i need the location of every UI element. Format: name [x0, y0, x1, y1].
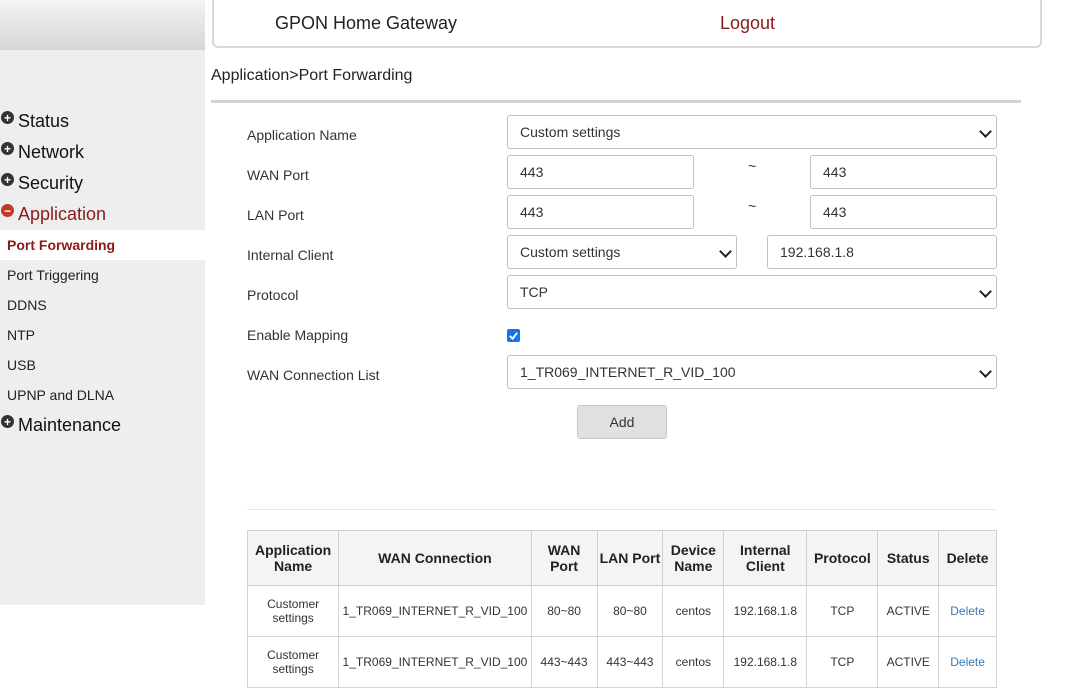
cell-internal-client: 192.168.1.8 [723, 585, 808, 637]
application-name-select[interactable]: Custom settings [507, 115, 997, 149]
sidebar-group-maintenance[interactable]: + Maintenance [0, 410, 205, 441]
lan-port-start-input[interactable]: 443 [507, 195, 694, 229]
delete-link[interactable]: Delete [938, 585, 997, 637]
cell-wan-port: 443~443 [530, 636, 598, 688]
section-separator [247, 509, 997, 510]
cell-device-name: centos [662, 636, 725, 688]
port-forwarding-table: Application Name WAN Connection WAN Port… [246, 530, 997, 688]
sidebar-group-application[interactable]: − Application [0, 199, 205, 230]
chevron-down-icon [979, 285, 992, 298]
sidebar-item-upnp-dlna[interactable]: UPNP and DLNA [0, 380, 205, 410]
sidebar-group-label: Application [18, 204, 107, 224]
enable-mapping-label: Enable Mapping [247, 327, 349, 343]
wan-connection-select[interactable]: 1_TR069_INTERNET_R_VID_100 [507, 355, 997, 389]
cell-wan-connection: 1_TR069_INTERNET_R_VID_100 [338, 636, 532, 688]
protocol-select[interactable]: TCP [507, 275, 997, 309]
lan-port-start-value: 443 [520, 204, 544, 220]
lan-port-end-input[interactable]: 443 [810, 195, 997, 229]
wan-port-range-tilde: ~ [748, 158, 757, 174]
expand-plus-icon: + [1, 142, 14, 155]
checkmark-icon [509, 332, 518, 341]
cell-protocol: TCP [806, 585, 879, 637]
internal-client-label: Internal Client [247, 247, 334, 263]
cell-status: ACTIVE [877, 585, 940, 637]
expand-plus-icon: + [1, 111, 14, 124]
internal-client-select[interactable]: Custom settings [507, 235, 737, 269]
sidebar-item-ntp[interactable]: NTP [0, 320, 205, 350]
sidebar-header [0, 0, 205, 50]
wan-connection-list-label: WAN Connection List [247, 367, 380, 383]
protocol-value: TCP [520, 284, 548, 300]
expand-plus-icon: + [1, 415, 14, 428]
app-title: GPON Home Gateway [275, 13, 458, 33]
sidebar-group-status[interactable]: + Status [0, 106, 205, 137]
wan-connection-value: 1_TR069_INTERNET_R_VID_100 [520, 364, 736, 380]
sidebar-item-ddns[interactable]: DDNS [0, 290, 205, 320]
wan-port-start-value: 443 [520, 164, 544, 180]
cell-wan-port: 80~80 [530, 585, 598, 637]
sidebar-menu: + Status + Network + Security − Applicat… [0, 106, 205, 441]
table-header-row: Application Name WAN Connection WAN Port… [246, 530, 997, 586]
top-header: GPON Home Gateway Logout [212, 0, 1042, 48]
sidebar-group-network[interactable]: + Network [0, 137, 205, 168]
cell-application-name: Customer settings [246, 585, 340, 637]
cell-status: ACTIVE [877, 636, 940, 688]
sidebar-group-label: Security [18, 173, 84, 193]
sidebar-group-label: Status [18, 111, 70, 131]
cell-lan-port: 443~443 [596, 636, 664, 688]
col-header-protocol: Protocol [806, 530, 879, 586]
application-submenu: Port Forwarding Port Triggering DDNS NTP… [0, 230, 205, 410]
cell-wan-connection: 1_TR069_INTERNET_R_VID_100 [338, 585, 532, 637]
expand-plus-icon: + [1, 173, 14, 186]
wan-port-label: WAN Port [247, 167, 309, 183]
header-divider [211, 100, 1021, 103]
sidebar-item-port-triggering[interactable]: Port Triggering [0, 260, 205, 290]
add-button[interactable]: Add [577, 405, 667, 439]
cell-application-name: Customer settings [246, 636, 340, 688]
col-header-delete: Delete [938, 530, 997, 586]
internal-client-ip-input[interactable]: 192.168.1.8 [767, 235, 997, 269]
chevron-down-icon [719, 245, 732, 258]
application-name-value: Custom settings [520, 124, 621, 140]
protocol-label: Protocol [247, 287, 299, 303]
sidebar-group-security[interactable]: + Security [0, 168, 205, 199]
enable-mapping-checkbox[interactable] [507, 329, 520, 342]
lan-port-range-tilde: ~ [748, 198, 757, 214]
chevron-down-icon [979, 125, 992, 138]
col-header-status: Status [877, 530, 940, 586]
sidebar-group-label: Maintenance [18, 415, 122, 435]
sidebar-item-usb[interactable]: USB [0, 350, 205, 380]
sidebar: + Status + Network + Security − Applicat… [0, 0, 205, 605]
col-header-wan-port: WAN Port [530, 530, 598, 586]
lan-port-label: LAN Port [247, 207, 304, 223]
cell-lan-port: 80~80 [596, 585, 664, 637]
wan-port-end-input[interactable]: 443 [810, 155, 997, 189]
cell-internal-client: 192.168.1.8 [723, 636, 808, 688]
col-header-lan-port: LAN Port [596, 530, 664, 586]
internal-client-select-value: Custom settings [520, 244, 621, 260]
table-row: Customer settings 1_TR069_INTERNET_R_VID… [246, 585, 997, 637]
logout-link[interactable]: Logout [720, 13, 775, 34]
sidebar-group-label: Network [18, 142, 85, 162]
table-row: Customer settings 1_TR069_INTERNET_R_VID… [246, 636, 997, 688]
col-header-application-name: Application Name [246, 530, 340, 586]
application-name-label: Application Name [247, 127, 357, 143]
lan-port-end-value: 443 [823, 204, 847, 220]
col-header-internal-client: Internal Client [723, 530, 808, 586]
col-header-device-name: Device Name [662, 530, 725, 586]
cell-device-name: centos [662, 585, 725, 637]
wan-port-end-value: 443 [823, 164, 847, 180]
sidebar-item-port-forwarding[interactable]: Port Forwarding [0, 230, 205, 260]
delete-link[interactable]: Delete [938, 636, 997, 688]
wan-port-start-input[interactable]: 443 [507, 155, 694, 189]
cell-protocol: TCP [806, 636, 879, 688]
collapse-minus-icon: − [1, 204, 14, 217]
internal-client-ip-value: 192.168.1.8 [780, 244, 854, 260]
col-header-wan-connection: WAN Connection [338, 530, 532, 586]
breadcrumb: Application>Port Forwarding [211, 67, 413, 84]
chevron-down-icon [979, 365, 992, 378]
